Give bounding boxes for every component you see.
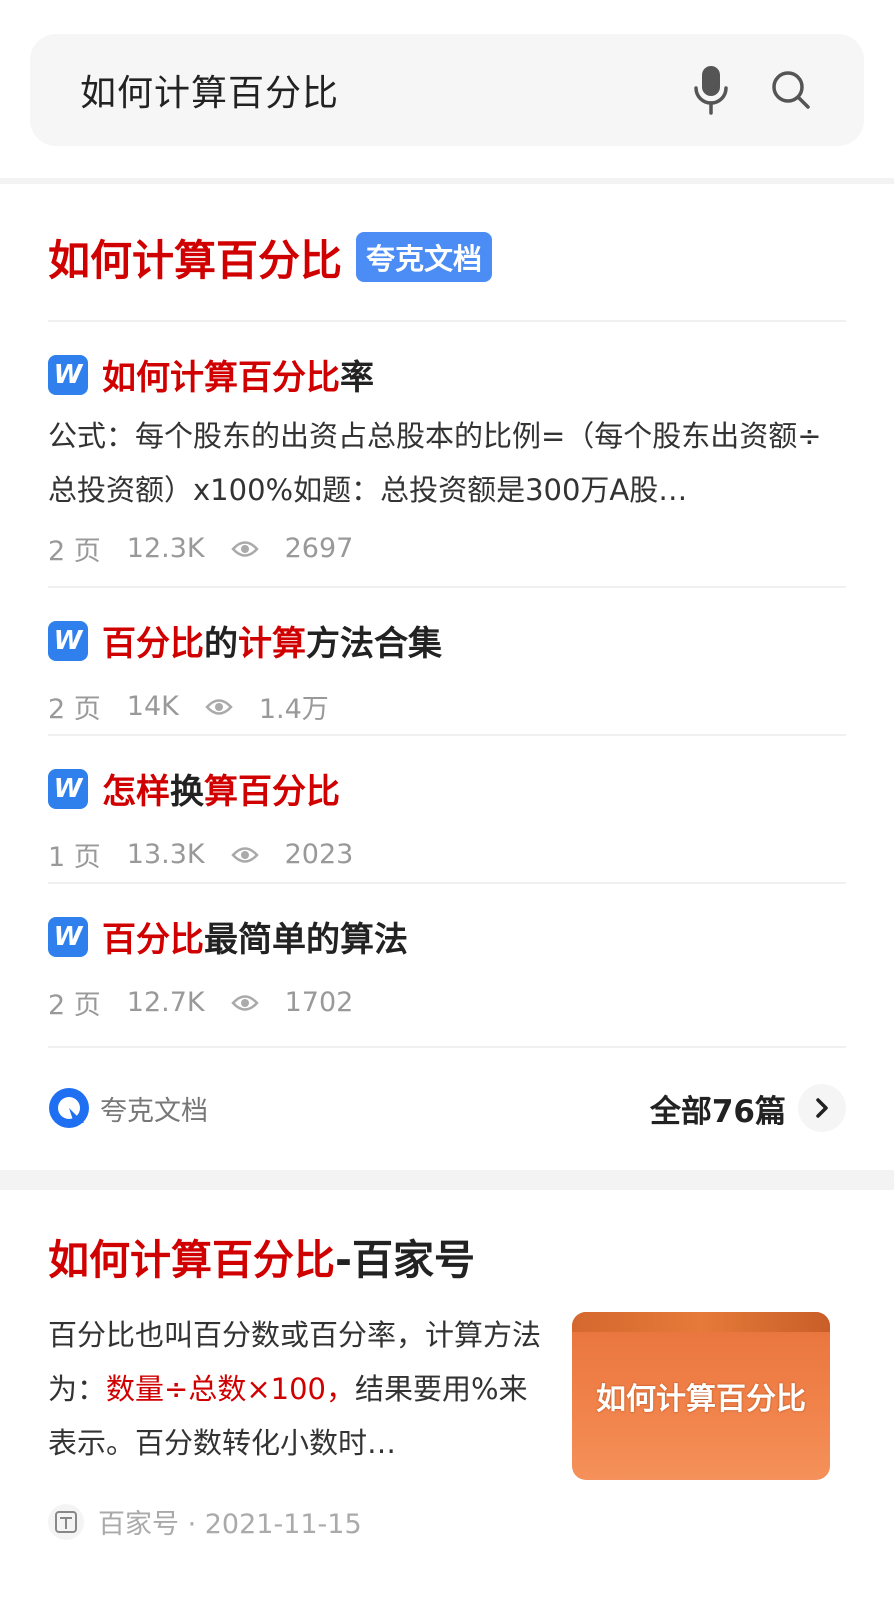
doc-pages: 2 页 bbox=[48, 694, 101, 725]
doc-meta: 1 页 13.3K 2023 bbox=[48, 835, 846, 874]
doc-meta: 2 页 14K 1.4万 bbox=[48, 687, 846, 726]
doc-title[interactable]: 如何计算百分比率 bbox=[102, 350, 374, 399]
doc-pages: 1 页 bbox=[48, 842, 101, 873]
chevron-right-icon[interactable] bbox=[798, 1084, 846, 1132]
doc-title[interactable]: 百分比最简单的算法 bbox=[102, 912, 408, 961]
baijiahao-logo-icon bbox=[48, 1503, 84, 1540]
doc-title[interactable]: 百分比的计算方法合集 bbox=[102, 616, 442, 665]
doc-meta: 2 页 12.7K 1702 bbox=[48, 983, 846, 1022]
eye-icon bbox=[230, 539, 259, 559]
article-title-rest: -百家号 bbox=[335, 1236, 476, 1284]
doc-views: 1702 bbox=[230, 987, 380, 1018]
doc-item[interactable]: W 百分比的计算方法合集 2 页 14K 1.4万 bbox=[48, 588, 846, 736]
search-icon[interactable] bbox=[768, 63, 814, 117]
thumbnail-text: 如何计算百分比 bbox=[596, 1382, 806, 1417]
snippet-hl: 数量÷总数×100， bbox=[106, 1372, 355, 1406]
eye-icon bbox=[230, 845, 259, 865]
view-all-label: 全部76篇 bbox=[649, 1093, 786, 1130]
article-footer: 百家号 · 2021-11-15 bbox=[48, 1502, 846, 1541]
article-title-hl: 如何计算百分比 bbox=[48, 1236, 335, 1284]
source-tag: 夸克文档 bbox=[356, 232, 493, 282]
doc-pages: 2 页 bbox=[48, 990, 101, 1021]
doc-title-text: 率 bbox=[340, 358, 374, 398]
docs-card-footer: 夸克文档 全部76篇 bbox=[48, 1048, 846, 1168]
doc-title-hl: 百分比 bbox=[102, 624, 204, 664]
word-doc-icon: W bbox=[48, 354, 88, 395]
thumbnail-decoration bbox=[572, 1312, 830, 1332]
doc-title-hl: 怎样 bbox=[102, 772, 170, 812]
doc-views-count: 2697 bbox=[284, 533, 354, 564]
doc-pages: 2 页 bbox=[48, 536, 101, 567]
doc-size: 13.3K bbox=[126, 839, 205, 870]
docs-result-card: 如何计算百分比 夸克文档 W 如何计算百分比率 公式：每个股东的出资占总股本的比… bbox=[0, 184, 894, 1170]
doc-title-text: 的 bbox=[204, 624, 238, 664]
article-source-date: 百家号 · 2021-11-15 bbox=[98, 1509, 362, 1540]
doc-size: 12.7K bbox=[126, 987, 205, 1018]
docs-card-header[interactable]: 如何计算百分比 夸克文档 bbox=[48, 184, 846, 322]
article-title[interactable]: 如何计算百分比-百家号 bbox=[48, 1226, 846, 1286]
view-all-button[interactable]: 全部76篇 bbox=[650, 1084, 846, 1132]
doc-title-text: 最简单的算法 bbox=[204, 920, 408, 960]
quark-logo-icon bbox=[48, 1087, 90, 1129]
doc-title-text: 方法合集 bbox=[306, 624, 442, 664]
doc-item[interactable]: W 怎样换算百分比 1 页 13.3K 2023 bbox=[48, 736, 846, 884]
doc-views: 2023 bbox=[230, 839, 380, 870]
doc-size: 14K bbox=[126, 691, 179, 722]
doc-title-hl: 如何计算百分比 bbox=[102, 358, 340, 398]
doc-title-text: 换 bbox=[170, 772, 204, 812]
doc-item[interactable]: W 如何计算百分比率 公式：每个股东的出资占总股本的比例=（每个股东出资额÷总投… bbox=[48, 322, 846, 588]
article-thumbnail[interactable]: 如何计算百分比 bbox=[572, 1312, 830, 1480]
doc-title-hl: 计算 bbox=[238, 624, 306, 664]
doc-title[interactable]: 怎样换算百分比 bbox=[102, 764, 340, 813]
article-result-card[interactable]: 如何计算百分比-百家号 百分比也叫百分数或百分率，计算方法为：数量÷总数×100… bbox=[0, 1190, 894, 1600]
search-bar[interactable]: 如何计算百分比 bbox=[30, 34, 864, 146]
word-doc-icon: W bbox=[48, 768, 88, 809]
eye-icon bbox=[230, 993, 259, 1013]
doc-snippet: 公式：每个股东的出资占总股本的比例=（每个股东出资额÷总投资额）x100%如题：… bbox=[48, 419, 822, 507]
doc-views-count: 2023 bbox=[284, 839, 354, 870]
source-info[interactable]: 夸克文档 bbox=[48, 1087, 208, 1129]
source-name: 夸克文档 bbox=[100, 1095, 208, 1127]
eye-icon bbox=[205, 697, 233, 717]
doc-title-hl: 算百分比 bbox=[204, 772, 340, 812]
search-header: 如何计算百分比 bbox=[0, 0, 894, 178]
doc-views-count: 1.4万 bbox=[258, 694, 329, 725]
search-input[interactable]: 如何计算百分比 bbox=[80, 64, 688, 116]
microphone-icon[interactable] bbox=[688, 63, 734, 117]
article-snippet: 百分比也叫百分数或百分率，计算方法为：数量÷总数×100，结果要用%来表示。百分… bbox=[48, 1308, 548, 1480]
doc-size: 12.3K bbox=[126, 533, 205, 564]
doc-meta: 2 页 12.3K 2697 bbox=[48, 529, 846, 568]
docs-card-title[interactable]: 如何计算百分比 bbox=[48, 227, 342, 288]
doc-views: 2697 bbox=[230, 533, 380, 564]
word-doc-icon: W bbox=[48, 916, 88, 957]
doc-views-count: 1702 bbox=[284, 987, 354, 1018]
doc-item[interactable]: W 百分比最简单的算法 2 页 12.7K 1702 bbox=[48, 884, 846, 1048]
word-doc-icon: W bbox=[48, 620, 88, 661]
doc-title-hl: 百分比 bbox=[102, 920, 204, 960]
doc-views: 1.4万 bbox=[205, 687, 355, 726]
